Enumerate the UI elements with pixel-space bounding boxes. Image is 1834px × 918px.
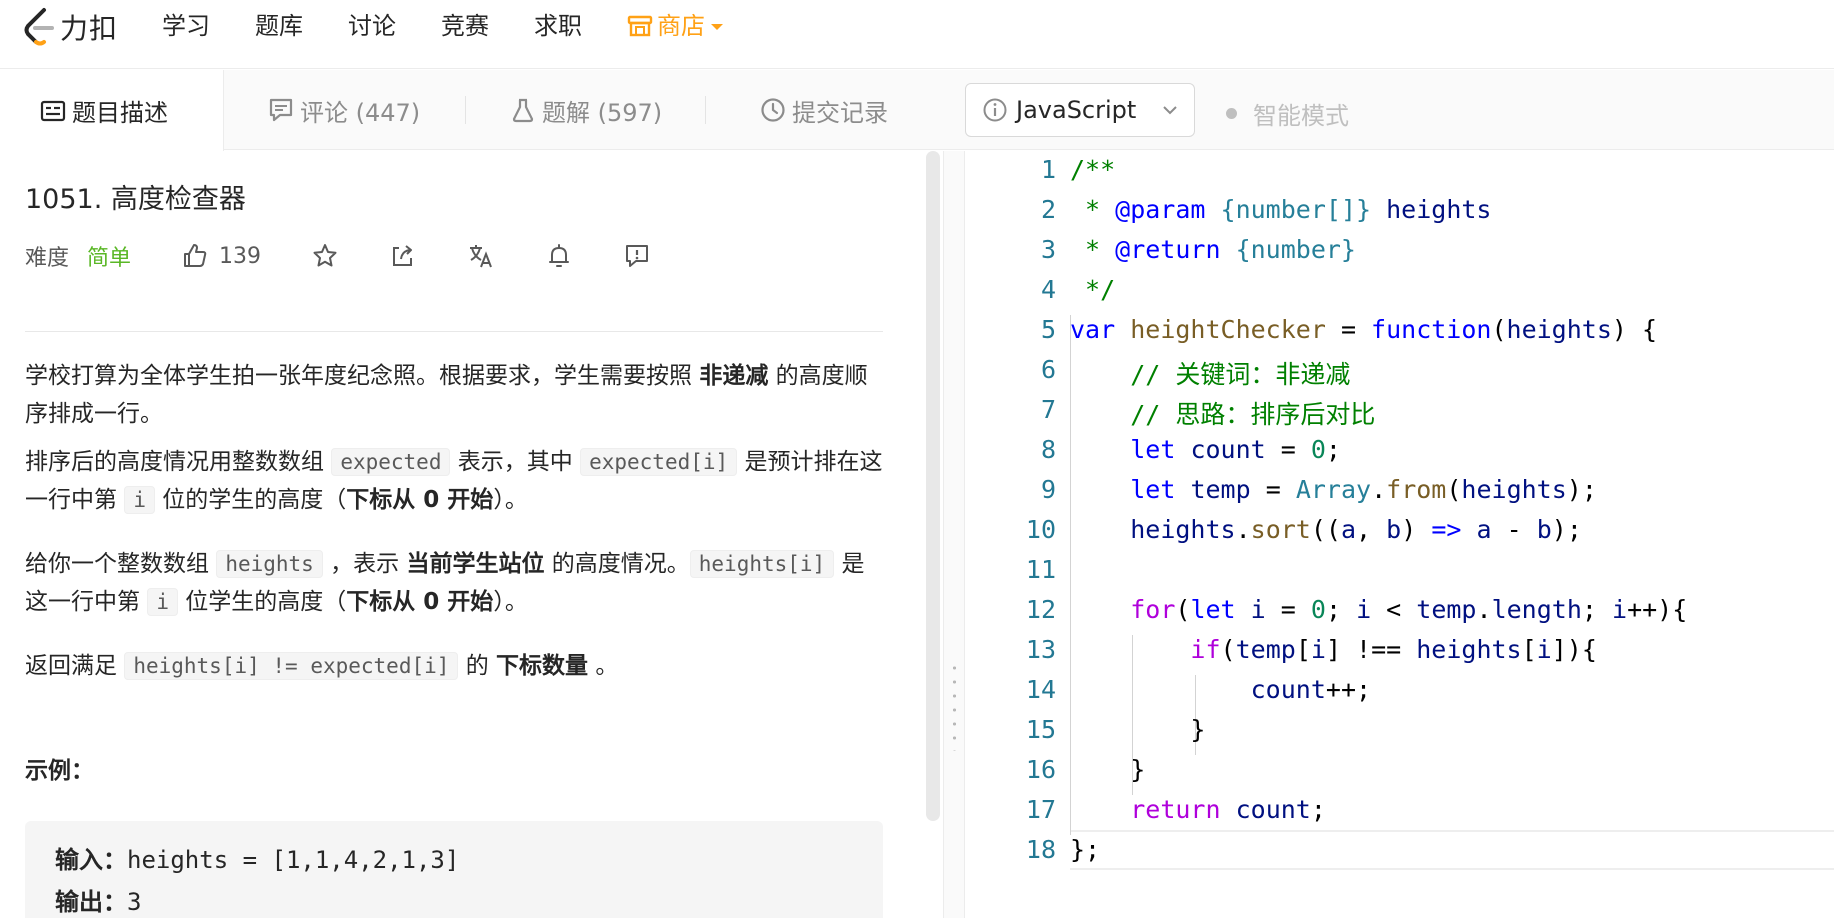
smart-mode-toggle[interactable]: 智能模式: [1226, 96, 1349, 131]
like-count: 139: [219, 243, 262, 269]
code-line-14: count++;: [1250, 675, 1372, 704]
line-number: 11: [1025, 555, 1056, 584]
line-number: 4: [1040, 275, 1056, 304]
language-select-value: JavaScript: [1016, 96, 1137, 124]
star-icon[interactable]: [311, 242, 339, 270]
tab-description[interactable]: 题目描述: [0, 70, 224, 151]
code-line-12: for(let i = 0; i < temp.length; i++){: [1130, 595, 1688, 624]
line-number: 8: [1040, 435, 1056, 464]
nav-link-discuss[interactable]: 讨论: [348, 8, 396, 44]
line-number: 16: [1025, 755, 1056, 784]
code-line-5: var heightChecker = function(heights) {: [1070, 315, 1658, 344]
description-scrollbar[interactable]: [926, 151, 940, 821]
flask-icon: [512, 98, 534, 123]
tab-comments-label: 评论 (447): [300, 98, 421, 127]
tab-separator: [465, 96, 466, 124]
top-nav: 力扣 学习 题库 讨论 竞赛 求职 商店: [0, 0, 1834, 69]
description-paragraph-4: 返回满足 heights[i] != expected[i] 的 下标数量 。: [25, 652, 619, 680]
tab-solutions[interactable]: 题解 (597): [510, 70, 662, 150]
code-line-17: return count;: [1130, 795, 1326, 824]
like-button[interactable]: 139: [181, 242, 261, 270]
line-number: 18: [1025, 835, 1056, 864]
line-number: 6: [1040, 355, 1056, 384]
code-line-7: // 思路：排序后对比: [1130, 400, 1376, 429]
panel-resize-handle[interactable]: [943, 151, 965, 918]
code-line-3: * @return {number}: [1070, 235, 1356, 264]
description-paragraph-2: 排序后的高度情况用整数数组 expected 表示，其中 expected[i]…: [25, 448, 883, 514]
line-number: 10: [1025, 515, 1056, 544]
store-icon: [627, 15, 653, 37]
code-line-8: let count = 0;: [1130, 435, 1341, 464]
line-number: 12: [1025, 595, 1056, 624]
example-block: 输入：heights = [1,1,4,2,1,3] 输出：3: [25, 821, 883, 918]
nav-links: 学习 题库 讨论 竞赛 求职 商店: [162, 8, 768, 44]
nav-link-problems[interactable]: 题库: [255, 8, 303, 44]
code-line-4: */: [1070, 275, 1116, 304]
line-number: 15: [1025, 715, 1056, 744]
difficulty-badge: 简单: [87, 246, 132, 271]
comment-icon: [269, 98, 293, 122]
divider: [25, 331, 883, 332]
leetcode-logo-icon: [24, 8, 54, 46]
problem-meta-bar: 难度 简单 139: [25, 231, 883, 281]
clock-icon: [761, 98, 785, 122]
line-number: 9: [1040, 475, 1056, 504]
code-line-1: /**: [1070, 155, 1116, 184]
problem-title: 1051. 高度检查器: [25, 184, 246, 215]
smart-mode-dot: [1226, 108, 1237, 119]
example-input-line: 输入：heights = [1,1,4,2,1,3]: [55, 846, 460, 874]
feedback-icon[interactable]: [623, 242, 651, 270]
translate-icon[interactable]: [467, 242, 495, 270]
store-label: 商店: [657, 12, 705, 40]
tab-solutions-label: 题解 (597): [542, 98, 663, 127]
logo-text: 力扣: [60, 12, 119, 45]
line-number-gutter: 1 2 3 4 5 6 7 8 9 10 11 12 13 14 15 16 1…: [966, 151, 1056, 918]
chevron-down-icon: [1163, 106, 1177, 115]
example-output-line: 输出：3: [55, 888, 142, 916]
code-line-13: if(temp[i] !== heights[i]){: [1190, 635, 1597, 664]
tab-description-label: 题目描述: [72, 99, 168, 127]
nav-link-jobs[interactable]: 求职: [534, 8, 582, 44]
tab-submissions[interactable]: 提交记录: [760, 70, 888, 150]
drag-handle-icon: [953, 661, 956, 751]
description-panel: 1051. 高度检查器 难度 简单 139 学校打算为全体学生拍一张年度纪念照。…: [0, 151, 936, 918]
line-number: 17: [1025, 795, 1056, 824]
line-number: 5: [1040, 315, 1056, 344]
difficulty-label: 难度: [25, 246, 70, 271]
caret-down-icon: [711, 24, 723, 30]
line-number: 2: [1040, 195, 1056, 224]
smart-mode-label: 智能模式: [1253, 102, 1349, 130]
code-line-10: heights.sort((a, b) => a - b);: [1130, 515, 1582, 544]
share-icon[interactable]: [389, 242, 417, 270]
current-line-highlight: [1070, 830, 1834, 870]
code-line-9: let temp = Array.from(heights);: [1130, 475, 1597, 504]
example-title: 示例：: [25, 758, 94, 784]
bell-icon[interactable]: [545, 242, 573, 270]
code-line-18: };: [1070, 835, 1101, 864]
description-icon: [40, 100, 66, 121]
tab-bar: 题目描述 评论 (447) 题解 (597) 提交记录 JavaScript 智…: [0, 70, 1834, 151]
code-editor[interactable]: 1 2 3 4 5 6 7 8 9 10 11 12 13 14 15 16 1…: [966, 151, 1834, 918]
line-number: 13: [1025, 635, 1056, 664]
code-line-6: // 关键词：非递减: [1130, 360, 1351, 389]
thumbs-up-icon: [184, 244, 207, 267]
nav-link-contest[interactable]: 竞赛: [441, 8, 489, 44]
tab-separator: [705, 96, 706, 124]
line-number: 3: [1040, 235, 1056, 264]
description-paragraph-1: 学校打算为全体学生拍一张年度纪念照。根据要求，学生需要按照 非递减 的高度顺序排…: [25, 363, 868, 427]
code-line-15: }: [1190, 715, 1206, 744]
line-number: 7: [1040, 395, 1056, 424]
code-line-2: * @param {number[]} heights: [1070, 195, 1492, 224]
description-paragraph-3: 给你一个整数数组 heights ，表示 当前学生站位 的高度情况。 height…: [25, 550, 865, 616]
tab-submissions-label: 提交记录: [792, 98, 888, 127]
logo[interactable]: 力扣: [22, 4, 118, 50]
line-number: 14: [1025, 675, 1056, 704]
language-select[interactable]: JavaScript: [965, 83, 1195, 137]
tab-comments[interactable]: 评论 (447): [268, 70, 420, 150]
nav-link-store[interactable]: 商店: [627, 8, 723, 44]
info-icon: [983, 98, 1007, 122]
line-number: 1: [1040, 155, 1056, 184]
code-line-16: }: [1130, 755, 1146, 784]
nav-link-study[interactable]: 学习: [162, 8, 210, 44]
